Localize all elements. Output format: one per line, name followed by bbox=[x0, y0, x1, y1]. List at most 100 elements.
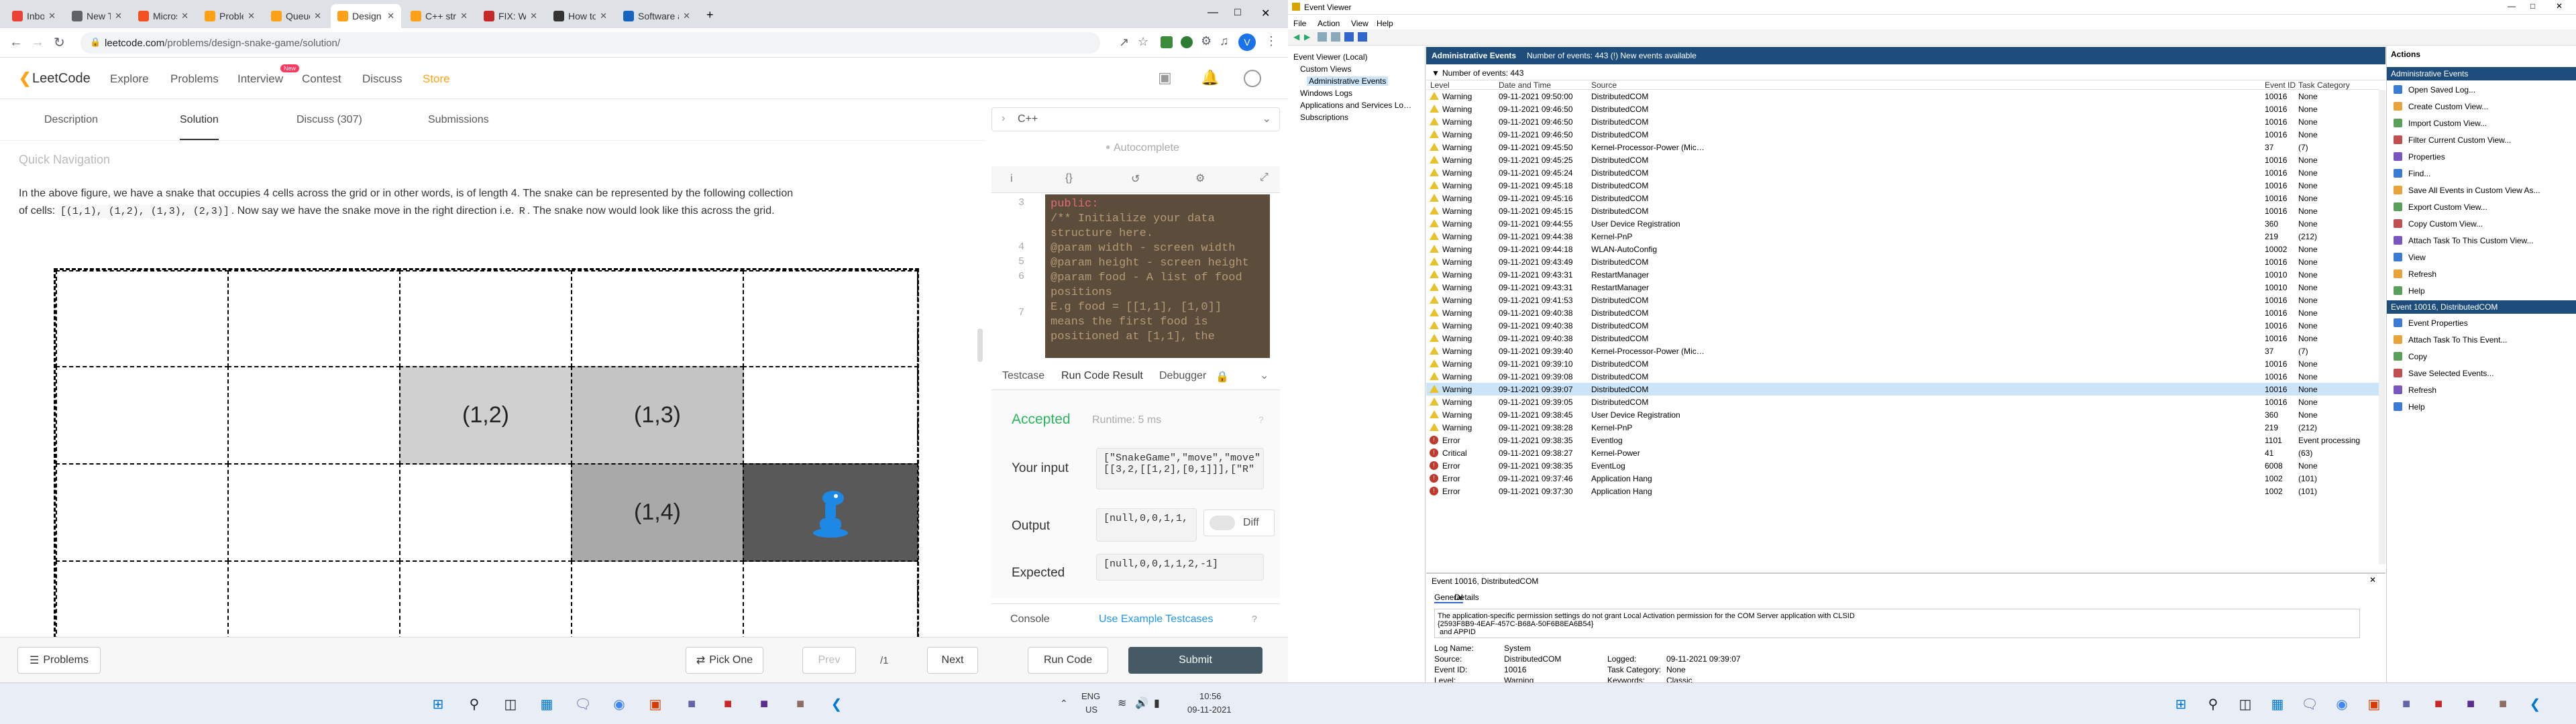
nav-interview[interactable]: Interview bbox=[237, 72, 283, 86]
quick-navigation[interactable]: Quick Navigation bbox=[19, 153, 110, 167]
tab-close-icon[interactable]: ✕ bbox=[387, 11, 394, 21]
browser-tab[interactable]: Problems - ✕ bbox=[198, 4, 262, 28]
tab-run-code-result[interactable]: Run Code Result bbox=[1061, 370, 1143, 382]
problems-button[interactable]: ☰ Problems bbox=[17, 647, 101, 674]
code-text[interactable]: public: /** Initialize your data structu… bbox=[1045, 194, 1270, 358]
action-item[interactable]: Attach Task To This Custom View... bbox=[2387, 233, 2576, 249]
tab-close-icon[interactable]: ✕ bbox=[248, 11, 255, 21]
profile-avatar[interactable]: V bbox=[1238, 34, 1256, 51]
office-icon[interactable]: ▣ bbox=[644, 692, 667, 715]
clock-time[interactable]: 10:56 bbox=[1199, 691, 1222, 701]
action-item[interactable]: Save Selected Events... bbox=[2387, 365, 2576, 381]
tree-administrative-events[interactable]: Administrative Events bbox=[1307, 76, 1389, 86]
action-item[interactable]: Refresh bbox=[2387, 382, 2576, 398]
action-item[interactable]: Filter Current Custom View... bbox=[2387, 132, 2576, 148]
maximize-icon[interactable]: □ bbox=[1234, 7, 1241, 19]
tab-discuss[interactable]: Discuss (307) bbox=[297, 114, 362, 126]
table-row[interactable]: Warning 09-11-2021 09:40:38 DistributedCOM… bbox=[1426, 332, 2379, 345]
teams-icon[interactable]: ■ bbox=[2395, 692, 2418, 715]
tab-close-icon[interactable]: ✕ bbox=[48, 11, 56, 21]
tree-root[interactable]: Event Viewer (Local) bbox=[1293, 52, 1368, 62]
table-row[interactable]: Warning 09-11-2021 09:45:50 Kernel-Process… bbox=[1426, 141, 2379, 154]
browser-tab[interactable]: FIX: Windo…✕ bbox=[477, 4, 544, 28]
settings-gear-icon[interactable]: ⚙ bbox=[1195, 172, 1205, 185]
tab-close-icon[interactable]: ✕ bbox=[460, 11, 468, 21]
file-icon[interactable]: ■ bbox=[2491, 692, 2514, 715]
share-icon[interactable]: ↗ bbox=[1119, 36, 1129, 50]
tree-windows-logs[interactable]: Windows Logs bbox=[1300, 88, 1352, 98]
file-icon[interactable]: ■ bbox=[789, 692, 812, 715]
fullscreen-icon[interactable]: ⤢ bbox=[1260, 172, 1269, 184]
close-icon[interactable]: ✕ bbox=[2369, 575, 2376, 585]
table-row[interactable]: Warning 09-11-2021 09:45:24 DistributedCOM… bbox=[1426, 166, 2379, 179]
chevron-down-icon[interactable]: ⌄ bbox=[1260, 369, 1269, 382]
leetcode-brand[interactable]: LeetCode bbox=[32, 71, 91, 86]
lang-indicator[interactable]: ENG bbox=[1081, 691, 1100, 701]
forward-icon[interactable]: → bbox=[31, 35, 44, 50]
tree-subscriptions[interactable]: Subscriptions bbox=[1300, 113, 1348, 122]
minimize-icon[interactable]: — bbox=[1208, 7, 1218, 19]
table-row[interactable]: Warning 09-11-2021 09:39:10 DistributedCOM… bbox=[1426, 357, 2379, 370]
address-bar[interactable]: 🔒 leetcode.com/problems/design-snake-gam… bbox=[80, 32, 1100, 54]
tab-description[interactable]: Description bbox=[44, 114, 98, 126]
onenote-icon[interactable]: ■ bbox=[2459, 692, 2482, 715]
table-row[interactable]: ! Error 09-11-2021 09:38:35 EventLog 6008 Non… bbox=[1426, 459, 2379, 472]
table-row[interactable]: Warning 09-11-2021 09:46:50 DistributedCOM… bbox=[1426, 128, 2379, 141]
tab-close-icon[interactable]: ✕ bbox=[683, 11, 690, 21]
diff-switch[interactable] bbox=[1210, 516, 1235, 530]
action-item[interactable]: Properties bbox=[2387, 149, 2576, 165]
help-icon[interactable]: ? bbox=[1258, 414, 1264, 425]
browser-tab[interactable]: Inbox (4,3…✕ bbox=[5, 4, 62, 28]
tab-testcase[interactable]: Testcase bbox=[1002, 370, 1044, 382]
table-row[interactable]: Warning 09-11-2021 09:39:05 DistributedCOM… bbox=[1426, 396, 2379, 408]
table-row[interactable]: Warning 09-11-2021 09:46:50 DistributedCOM… bbox=[1426, 115, 2379, 128]
menu-action[interactable]: Action bbox=[1318, 19, 1340, 28]
table-row[interactable]: ! Error 09-11-2021 09:38:35 Eventlog 1101 Eve… bbox=[1426, 434, 2379, 446]
nav-problems[interactable]: Problems bbox=[170, 72, 219, 86]
action-item[interactable]: Attach Task To This Event... bbox=[2387, 332, 2576, 348]
action-item[interactable]: Refresh bbox=[2387, 266, 2576, 282]
table-row[interactable]: Warning 09-11-2021 09:44:55 User Device Re… bbox=[1426, 217, 2379, 230]
chat-icon[interactable]: 🗨 bbox=[2298, 692, 2321, 715]
table-row[interactable]: Warning 09-11-2021 09:40:38 DistributedCOM… bbox=[1426, 319, 2379, 332]
media-icon[interactable]: ♫ bbox=[1220, 34, 1229, 48]
table-row[interactable]: Warning 09-11-2021 09:43:49 DistributedCOM… bbox=[1426, 255, 2379, 268]
action-item[interactable]: Save All Events in Custom View As... bbox=[2387, 182, 2576, 198]
col-source[interactable]: Source bbox=[1591, 80, 1617, 90]
speaker-icon[interactable]: 🔊 bbox=[1135, 697, 1148, 710]
office-icon[interactable]: ▣ bbox=[2363, 692, 2385, 715]
table-row[interactable]: Warning 09-11-2021 09:44:38 Kernel-PnP 219 (… bbox=[1426, 230, 2379, 243]
action-item[interactable]: Event Properties bbox=[2387, 315, 2576, 331]
extension-icon[interactable] bbox=[1161, 36, 1173, 48]
submit-button[interactable]: Submit bbox=[1128, 647, 1263, 674]
menu-help[interactable]: Help bbox=[1377, 19, 1393, 28]
col-event-id[interactable]: Event ID bbox=[2265, 80, 2296, 90]
back-icon[interactable]: ← bbox=[9, 35, 23, 50]
autocomplete-toggle[interactable]: Autocomplete bbox=[1114, 142, 1179, 154]
braces-icon[interactable]: {} bbox=[1065, 172, 1073, 184]
browser-tab[interactable]: How to: Co… ✕ bbox=[547, 4, 614, 28]
pick-one-button[interactable]: ⇄ Pick One bbox=[686, 647, 763, 674]
action-item[interactable]: Import Custom View... bbox=[2387, 115, 2576, 131]
app-icon[interactable]: ■ bbox=[2427, 692, 2450, 715]
nav-discuss[interactable]: Discuss bbox=[362, 72, 402, 86]
notification-bell-icon[interactable]: 🔔 bbox=[1201, 69, 1219, 86]
browser-tab[interactable]: New Tab ✕ bbox=[65, 4, 129, 28]
tab-close-icon[interactable]: ✕ bbox=[181, 11, 189, 21]
table-row[interactable]: Warning 09-11-2021 09:41:53 DistributedCOM… bbox=[1426, 294, 2379, 306]
puzzle-icon[interactable]: ⚙ bbox=[1201, 34, 1212, 48]
actions-group-admin[interactable]: Administrative Events bbox=[2387, 67, 2576, 80]
tab-close-icon[interactable]: ✕ bbox=[314, 11, 321, 21]
col-date[interactable]: Date and Time bbox=[1499, 80, 1551, 90]
browser-tab[interactable]: Software a… ✕ bbox=[616, 4, 697, 28]
bookmark-star-icon[interactable]: ☆ bbox=[1138, 35, 1148, 49]
battery-icon[interactable]: ▮ bbox=[1154, 697, 1160, 710]
next-button[interactable]: Next bbox=[927, 647, 978, 674]
actions-group-event[interactable]: Event 10016, DistributedCOM bbox=[2387, 300, 2576, 314]
scope-icon[interactable] bbox=[1331, 32, 1340, 42]
new-tab-icon[interactable]: + bbox=[706, 8, 714, 22]
table-row[interactable]: Warning 09-11-2021 09:45:25 DistributedCOM… bbox=[1426, 154, 2379, 166]
table-row[interactable]: Warning 09-11-2021 09:39:40 Kernel-Process… bbox=[1426, 345, 2379, 357]
table-row[interactable]: ! Error 09-11-2021 09:37:30 Application Han… bbox=[1426, 485, 2379, 497]
task-view-icon[interactable]: ◫ bbox=[499, 692, 522, 715]
